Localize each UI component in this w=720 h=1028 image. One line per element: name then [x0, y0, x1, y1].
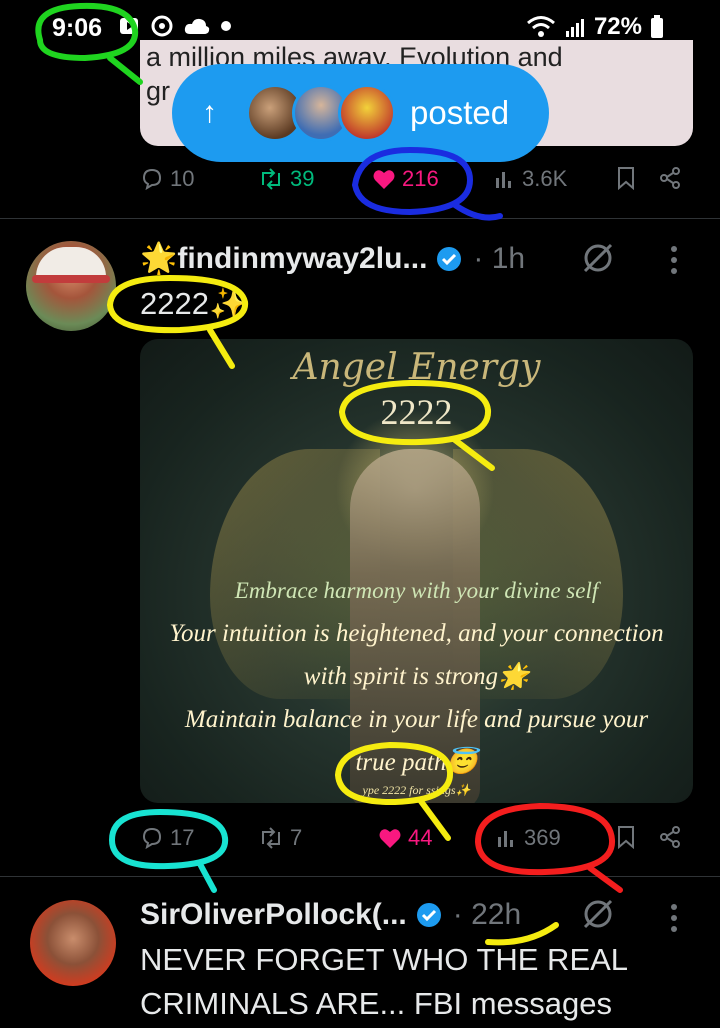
share-button[interactable]: [658, 825, 682, 849]
avatar: [338, 84, 396, 142]
post-time[interactable]: · 1h: [473, 242, 525, 276]
posted-avatars: [246, 84, 396, 142]
post-time[interactable]: · 22h: [453, 898, 521, 932]
tweet-text: 2222✨: [140, 286, 248, 321]
arrow-up-icon: ↑: [202, 96, 217, 129]
sync-icon: [151, 15, 173, 37]
heart-filled-icon: [373, 170, 395, 189]
media-line: true path😇: [355, 749, 478, 776]
battery-level: 72%: [593, 13, 642, 40]
views-button[interactable]: 3.6K: [494, 166, 567, 192]
views-icon: [498, 831, 513, 847]
reply-icon: [142, 168, 162, 191]
like-button[interactable]: 44: [378, 825, 432, 851]
media-line: Maintain balance in your life and pursue…: [184, 706, 649, 733]
reply-count: 17: [170, 825, 195, 850]
media-number: 2222: [380, 392, 453, 432]
divider: [0, 876, 720, 877]
notification-icons: [118, 14, 232, 38]
more-options-icon[interactable]: [671, 246, 679, 274]
share-icon: [660, 167, 680, 189]
reply-icon: [142, 827, 162, 850]
views-icon: [496, 172, 511, 188]
like-count: 44: [408, 825, 433, 850]
previous-tweet-actions: 10 39 216 3.6K: [140, 160, 690, 200]
grok-icon[interactable]: [580, 896, 616, 932]
avatar[interactable]: [26, 241, 116, 331]
status-time: 9:06: [52, 14, 103, 42]
display-name[interactable]: SirOliverPollock(...: [140, 898, 407, 932]
repost-icon: [262, 827, 280, 849]
dot-icon: [221, 21, 231, 31]
media-line: Embrace harmony with your divine self: [234, 578, 599, 603]
tweet-text-line2: CRIMINALS ARE... FBI messages: [140, 986, 613, 1021]
like-button[interactable]: 216: [372, 166, 439, 192]
tweet-header: 🌟findinmyway2lu... · 1h: [140, 241, 525, 276]
signal-icon: [565, 19, 584, 37]
media-line: with spirit is strong🌟: [303, 663, 530, 690]
posted-label: posted: [410, 94, 510, 131]
heart-filled-icon: [379, 829, 401, 848]
bookmark-button[interactable]: [616, 825, 636, 849]
new-posts-pill[interactable]: ↑ posted: [172, 64, 549, 162]
verified-badge-icon: [437, 246, 462, 271]
verified-badge-icon: [416, 903, 441, 927]
reply-button[interactable]: 10: [140, 166, 194, 192]
repost-button[interactable]: 7: [258, 825, 302, 851]
tweet-text-line1: NEVER FORGET WHO THE REAL: [140, 942, 629, 977]
avatar[interactable]: [30, 900, 116, 986]
tweet-header: SirOliverPollock(... · 22h: [140, 898, 521, 932]
media-title: Angel Energy: [292, 347, 541, 388]
media-footer: ype 2222 for ssings✨: [362, 783, 471, 797]
like-count: 216: [402, 166, 439, 191]
share-button[interactable]: [658, 166, 682, 190]
media-caption: Embrace harmony with your divine self Yo…: [140, 569, 693, 784]
reply-count: 10: [170, 166, 195, 191]
bookmark-icon: [618, 167, 634, 190]
display-name[interactable]: 🌟findinmyway2lu...: [140, 241, 427, 276]
views-count: 3.6K: [522, 166, 568, 191]
media-icon: [120, 18, 138, 34]
system-icons: 72%: [526, 13, 664, 41]
repost-count: 39: [290, 166, 315, 191]
repost-count: 7: [290, 825, 303, 850]
cloud-icon: [184, 18, 210, 34]
media-line: Your intuition is heightened, and your c…: [169, 620, 664, 647]
tweet-actions: 17 7 44 369: [140, 819, 690, 859]
views-count: 369: [524, 825, 561, 850]
bookmark-icon: [618, 826, 634, 849]
wifi-icon: [526, 16, 555, 37]
previous-tweet-text-line2: gr: [146, 76, 171, 106]
views-button[interactable]: 369: [496, 825, 561, 851]
hat-brim: [32, 275, 110, 283]
grok-icon[interactable]: [580, 240, 616, 276]
repost-icon: [262, 168, 280, 190]
bookmark-button[interactable]: [616, 166, 636, 190]
more-options-icon[interactable]: [671, 904, 679, 932]
share-icon: [660, 826, 680, 848]
battery-icon: [651, 15, 663, 38]
divider: [0, 218, 720, 219]
repost-button[interactable]: 39: [258, 166, 314, 192]
tweet-media-image[interactable]: Angel Energy 2222 Embrace harmony with y…: [140, 339, 693, 803]
reply-button[interactable]: 17: [140, 825, 194, 851]
